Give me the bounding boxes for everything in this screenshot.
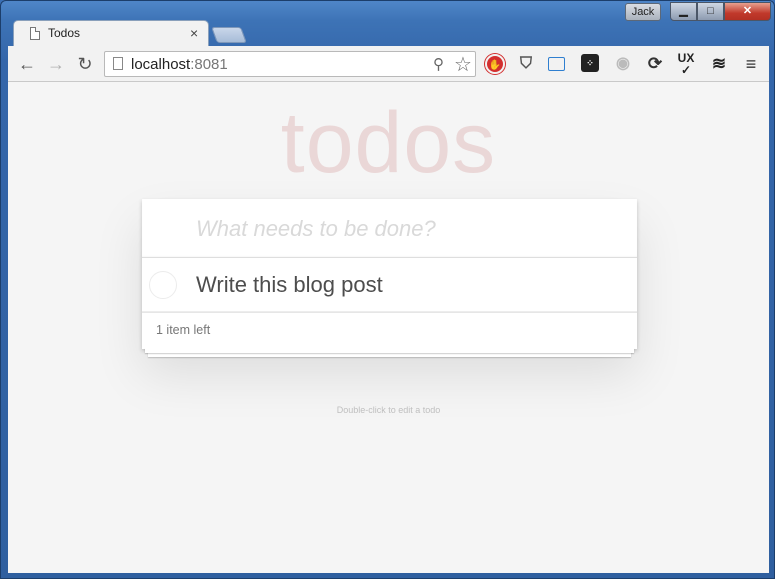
- pocket-icon[interactable]: ⛉: [516, 54, 536, 74]
- close-window-button[interactable]: ✕: [724, 2, 771, 21]
- card-stack-edge: [145, 348, 634, 353]
- items-left-count: 1 item left: [156, 323, 211, 337]
- tab-title: Todos: [48, 26, 81, 40]
- browser-window: Todos × Jack ▁ □ ✕ ← → ↻ localhost:8081 …: [0, 0, 775, 579]
- maximize-button[interactable]: □: [697, 2, 724, 21]
- app-title: todos: [280, 95, 497, 191]
- todo-footer: 1 item left: [142, 312, 637, 349]
- todo-toggle-checkbox[interactable]: [149, 271, 177, 299]
- todo-app: Write this blog post 1 item left: [142, 199, 637, 349]
- page-icon: [30, 27, 40, 40]
- browser-tab[interactable]: Todos ×: [13, 20, 209, 47]
- new-todo-input[interactable]: [142, 199, 637, 258]
- close-tab-icon[interactable]: ×: [190, 25, 198, 41]
- browser-toolbar: ← → ↻ localhost:8081 ⚲ ☆ ✋ ⛉ ⁘ ◉ ⟳ UX ✓ ≋…: [8, 46, 769, 82]
- blackberry-icon[interactable]: ⁘: [581, 54, 599, 72]
- forward-arrow-icon[interactable]: →: [45, 53, 67, 75]
- search-icon[interactable]: ⚲: [433, 55, 444, 73]
- new-todo-row: [142, 199, 637, 258]
- url-host: localhost: [131, 56, 191, 73]
- todo-item[interactable]: Write this blog post: [142, 258, 637, 312]
- ux-check-icon[interactable]: UX ✓: [676, 52, 696, 76]
- profile-button[interactable]: Jack: [625, 3, 661, 21]
- menu-icon[interactable]: ≡: [741, 54, 761, 74]
- layers-icon[interactable]: ≋: [709, 54, 729, 74]
- minimize-button[interactable]: ▁: [670, 2, 697, 21]
- reload-icon[interactable]: ↻: [74, 53, 96, 75]
- back-arrow-icon[interactable]: ←: [16, 53, 38, 75]
- info-footer: Double-click to edit a todo: [336, 405, 441, 415]
- sync-icon[interactable]: ⟳: [645, 54, 665, 74]
- folder-cast-icon[interactable]: [548, 57, 565, 71]
- page-content: todos Write this blog post 1 item left D…: [8, 82, 769, 573]
- url-text[interactable]: localhost:8081: [131, 56, 228, 73]
- todo-label[interactable]: Write this blog post: [196, 272, 383, 298]
- address-bar[interactable]: localhost:8081 ⚲ ☆: [104, 51, 476, 77]
- page-icon: [113, 57, 123, 70]
- grey-extension-icon[interactable]: ◉: [613, 54, 633, 74]
- adblock-stop-icon[interactable]: ✋: [485, 54, 505, 74]
- bookmark-star-icon[interactable]: ☆: [454, 52, 472, 77]
- url-port: :8081: [190, 56, 228, 73]
- new-tab-button[interactable]: [211, 27, 247, 43]
